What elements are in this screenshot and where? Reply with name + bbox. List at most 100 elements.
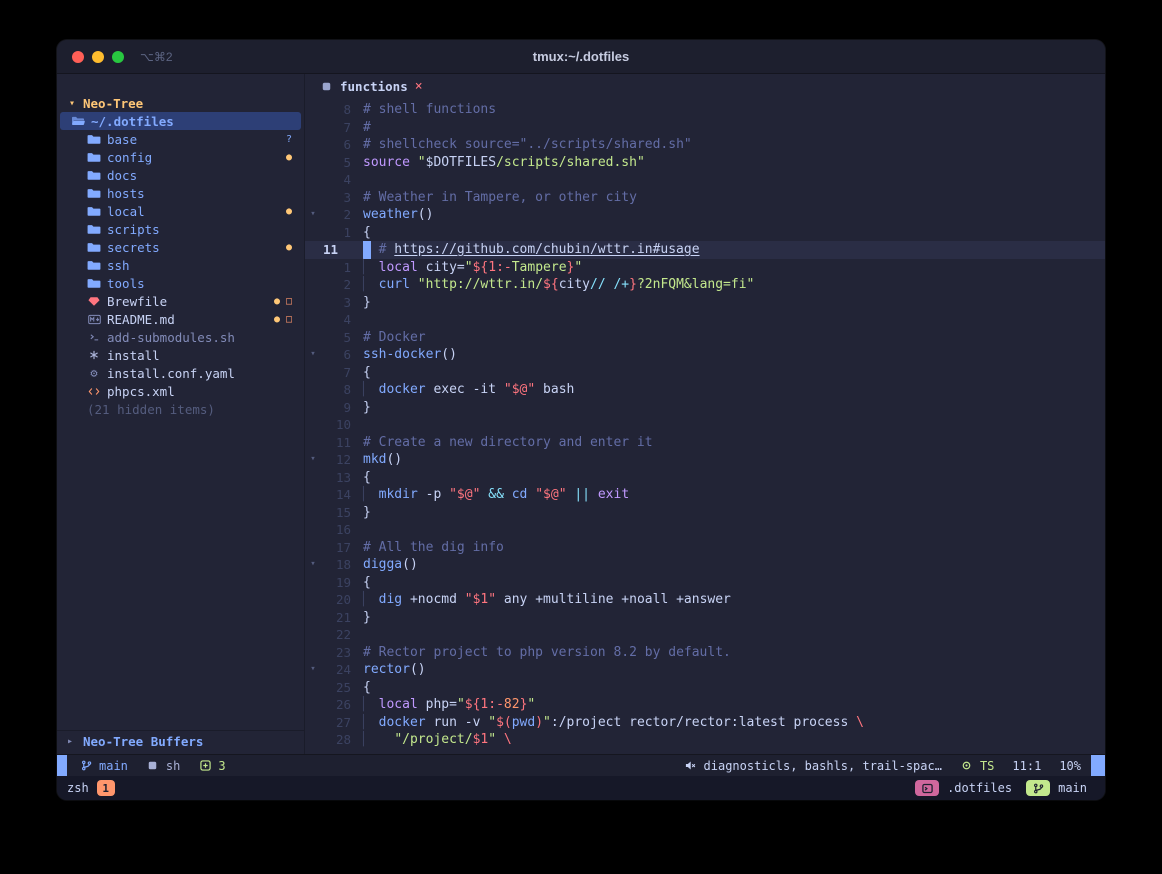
- code-line[interactable]: 16: [305, 521, 1105, 539]
- code-line[interactable]: 28▏ "/project/$1" \: [305, 731, 1105, 749]
- fold-chevron-icon[interactable]: ▾: [305, 206, 321, 224]
- code-line[interactable]: ▾2weather(): [305, 206, 1105, 224]
- tree-item-config[interactable]: config●: [57, 148, 304, 166]
- tmux-session-badge[interactable]: [915, 780, 939, 796]
- tree-item-install-conf-yaml[interactable]: ⚙install.conf.yaml: [57, 364, 304, 382]
- code-line[interactable]: 13{: [305, 469, 1105, 487]
- code-line[interactable]: 5# Docker: [305, 329, 1105, 347]
- tmux-window-index-badge[interactable]: 1: [97, 780, 115, 796]
- code-area[interactable]: 8# shell functions7#6# shellcheck source…: [305, 98, 1105, 754]
- git-status-badges: ●: [286, 152, 292, 163]
- code-line[interactable]: 3# Weather in Tampere, or other city: [305, 189, 1105, 207]
- code-line[interactable]: 6# shellcheck source="../scripts/shared.…: [305, 136, 1105, 154]
- git-status-mark-badge: ●: [286, 206, 292, 217]
- code-line[interactable]: 15}: [305, 504, 1105, 522]
- line-number: 8: [321, 101, 363, 119]
- code-line[interactable]: ▾12mkd(): [305, 451, 1105, 469]
- code-line[interactable]: 9}: [305, 399, 1105, 417]
- branch-icon: [1031, 783, 1045, 794]
- tmux-window-item[interactable]: zsh1: [67, 780, 115, 796]
- close-window-button[interactable]: [72, 51, 84, 63]
- code-text: mkd(): [363, 451, 402, 469]
- chevron-right-icon: ▸: [67, 736, 79, 747]
- tmux-git-branch: main: [1058, 781, 1087, 795]
- code-line[interactable]: 3}: [305, 294, 1105, 312]
- minimize-window-button[interactable]: [92, 51, 104, 63]
- tree-item-label: README.md: [107, 312, 175, 327]
- code-line[interactable]: 5source "$DOTFILES/scripts/shared.sh": [305, 154, 1105, 172]
- tree-item-install[interactable]: install: [57, 346, 304, 364]
- vim-statusline: mainsh3diagnosticls, bashls, trail-spac……: [57, 754, 1105, 776]
- terminal-icon: [920, 783, 934, 794]
- cursor-block: [363, 241, 371, 259]
- folder-icon: [87, 133, 101, 145]
- tree-item-add-submodules-sh[interactable]: add-submodules.sh: [57, 328, 304, 346]
- git-status-badges: ●□: [274, 314, 292, 325]
- plus-icon: [198, 760, 212, 771]
- code-line[interactable]: 1▏ local city="${1:-Tampere}": [305, 259, 1105, 277]
- folder-icon: [87, 169, 101, 181]
- zoom-window-button[interactable]: [112, 51, 124, 63]
- code-line[interactable]: 23# Rector project to php version 8.2 by…: [305, 644, 1105, 662]
- fold-chevron-icon[interactable]: ▾: [305, 451, 321, 469]
- desktop-background: { "palette": { "bg": "#222436", "bg_dark…: [0, 0, 1162, 874]
- tree-item-tools[interactable]: tools: [57, 274, 304, 292]
- code-line[interactable]: 7{: [305, 364, 1105, 382]
- tree-item-label: install.conf.yaml: [107, 366, 235, 381]
- tree-item-label: local: [107, 204, 145, 219]
- code-line[interactable]: 17# All the dig info: [305, 539, 1105, 557]
- window-titlebar[interactable]: ⌥⌘2 tmux:~/.dotfiles: [57, 40, 1105, 74]
- tree-item-scripts[interactable]: scripts: [57, 220, 304, 238]
- code-line[interactable]: 8# shell functions: [305, 101, 1105, 119]
- tree-item-hosts[interactable]: hosts: [57, 184, 304, 202]
- code-text: digga(): [363, 556, 418, 574]
- fold-chevron-icon[interactable]: ▾: [305, 346, 321, 364]
- code-line[interactable]: ▾18digga(): [305, 556, 1105, 574]
- code-text: {: [363, 679, 371, 697]
- folder-icon: [87, 205, 101, 217]
- line-number: 11: [321, 434, 363, 452]
- neo-tree-header[interactable]: ▾Neo-Tree: [57, 94, 304, 112]
- tree-item-root-dotfiles[interactable]: ~/.dotfiles: [60, 112, 301, 130]
- code-line[interactable]: 8▏ docker exec -it "$@" bash: [305, 381, 1105, 399]
- code-line[interactable]: 14▏ mkdir -p "$@" && cd "$@" || exit: [305, 486, 1105, 504]
- code-line[interactable]: ▾6ssh-docker(): [305, 346, 1105, 364]
- bufferline: functions ×: [305, 74, 1105, 98]
- code-text: ▏ local php="${1:-82}": [363, 696, 535, 714]
- code-line[interactable]: 22: [305, 626, 1105, 644]
- fold-chevron-icon[interactable]: ▾: [305, 661, 321, 679]
- code-line-current[interactable]: 11 # https://github.com/chubin/wttr.in#u…: [305, 241, 1105, 259]
- fold-chevron-icon[interactable]: ▾: [305, 556, 321, 574]
- tab-functions[interactable]: functions ×: [319, 79, 423, 94]
- code-line[interactable]: 25{: [305, 679, 1105, 697]
- code-line[interactable]: 19{: [305, 574, 1105, 592]
- tmux-branch-badge[interactable]: [1026, 780, 1050, 796]
- code-line[interactable]: 2▏ curl "http://wttr.in/${city// /+}?2nF…: [305, 276, 1105, 294]
- code-text: # https://github.com/chubin/wttr.in#usag…: [363, 241, 700, 259]
- code-line[interactable]: 4: [305, 171, 1105, 189]
- code-line[interactable]: 10: [305, 416, 1105, 434]
- mute-icon: [684, 760, 698, 771]
- tree-item-brewfile[interactable]: Brewfile●□: [57, 292, 304, 310]
- code-line[interactable]: 1{: [305, 224, 1105, 242]
- chevron-down-icon[interactable]: ▾: [65, 98, 79, 109]
- tab-close-icon[interactable]: ×: [415, 79, 423, 94]
- code-line[interactable]: ▾24rector(): [305, 661, 1105, 679]
- code-line[interactable]: 7#: [305, 119, 1105, 137]
- code-line[interactable]: 4: [305, 311, 1105, 329]
- tree-item-secrets[interactable]: secrets●: [57, 238, 304, 256]
- tree-item-ssh[interactable]: ssh: [57, 256, 304, 274]
- tree-item-docs[interactable]: docs: [57, 166, 304, 184]
- code-line[interactable]: 27▏ docker run -v "$(pwd)":/project rect…: [305, 714, 1105, 732]
- tmux-session-name: .dotfiles: [947, 781, 1012, 795]
- neo-tree-buffers-section[interactable]: ▸ Neo-Tree Buffers: [57, 730, 304, 752]
- code-line[interactable]: 20▏ dig +nocmd "$1" any +multiline +noal…: [305, 591, 1105, 609]
- code-line[interactable]: 21}: [305, 609, 1105, 627]
- tree-item-local[interactable]: local ●: [57, 202, 304, 220]
- tree-item-base[interactable]: base?: [57, 130, 304, 148]
- tree-item-phpcs-xml[interactable]: phpcs.xml: [57, 382, 304, 400]
- code-line[interactable]: 26▏ local php="${1:-82}": [305, 696, 1105, 714]
- code-text: # Docker: [363, 329, 426, 347]
- code-line[interactable]: 11# Create a new directory and enter it: [305, 434, 1105, 452]
- tree-item-readme-md[interactable]: README.md ●□: [57, 310, 304, 328]
